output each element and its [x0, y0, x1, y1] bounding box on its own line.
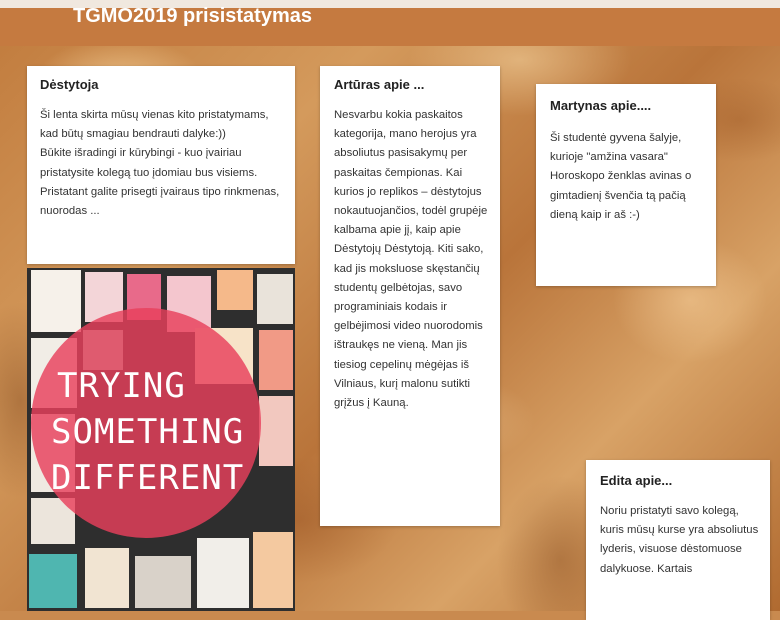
collage-card — [135, 556, 191, 608]
post-card-arturas[interactable]: Artūras apie ... Nesvarbu kokia paskaito… — [320, 66, 500, 526]
post-body: Ši lenta skirta mūsų vienas kito pristat… — [40, 109, 280, 218]
post-title: Edita apie... — [600, 473, 673, 488]
post-title: Artūras apie ... — [334, 77, 425, 92]
page-title: TGMO2019 prisistatymas — [73, 5, 312, 27]
post-body: Ši studentė gyvena šalyje, kurioje "amži… — [550, 132, 692, 221]
collage-card — [259, 330, 293, 390]
post-card-destytoja[interactable]: Dėstytoja Ši lenta skirta mūsų vienas ki… — [27, 66, 295, 264]
post-attachment-image[interactable]: TRYING SOMETHING DIFFERENT — [27, 268, 295, 611]
collage-card — [29, 554, 77, 608]
post-card-martynas[interactable]: Martynas apie.... Ši studentė gyvena šal… — [536, 84, 716, 286]
collage-card — [253, 532, 293, 608]
collage-text-line: TRYING — [57, 366, 186, 406]
collage-card — [259, 396, 293, 466]
post-body: Nesvarbu kokia paskaitos kategorija, man… — [334, 109, 488, 410]
post-card-edita[interactable]: Edita apie... Noriu pristatyti savo kole… — [586, 460, 770, 620]
collage-text-line: DIFFERENT — [51, 458, 245, 498]
collage-card — [85, 548, 129, 608]
post-body: Noriu pristatyti savo kolegą, kuris mūsų… — [600, 505, 759, 575]
padlet-header: TGMO2019 prisistatymas — [0, 0, 780, 46]
post-title: Dėstytoja — [40, 77, 99, 92]
collage-card — [257, 274, 293, 324]
collage-card — [217, 270, 253, 310]
collage-text-line: SOMETHING — [51, 412, 245, 452]
collage-card — [31, 270, 81, 332]
post-title: Martynas apie.... — [550, 98, 652, 113]
collage-card — [197, 538, 249, 608]
